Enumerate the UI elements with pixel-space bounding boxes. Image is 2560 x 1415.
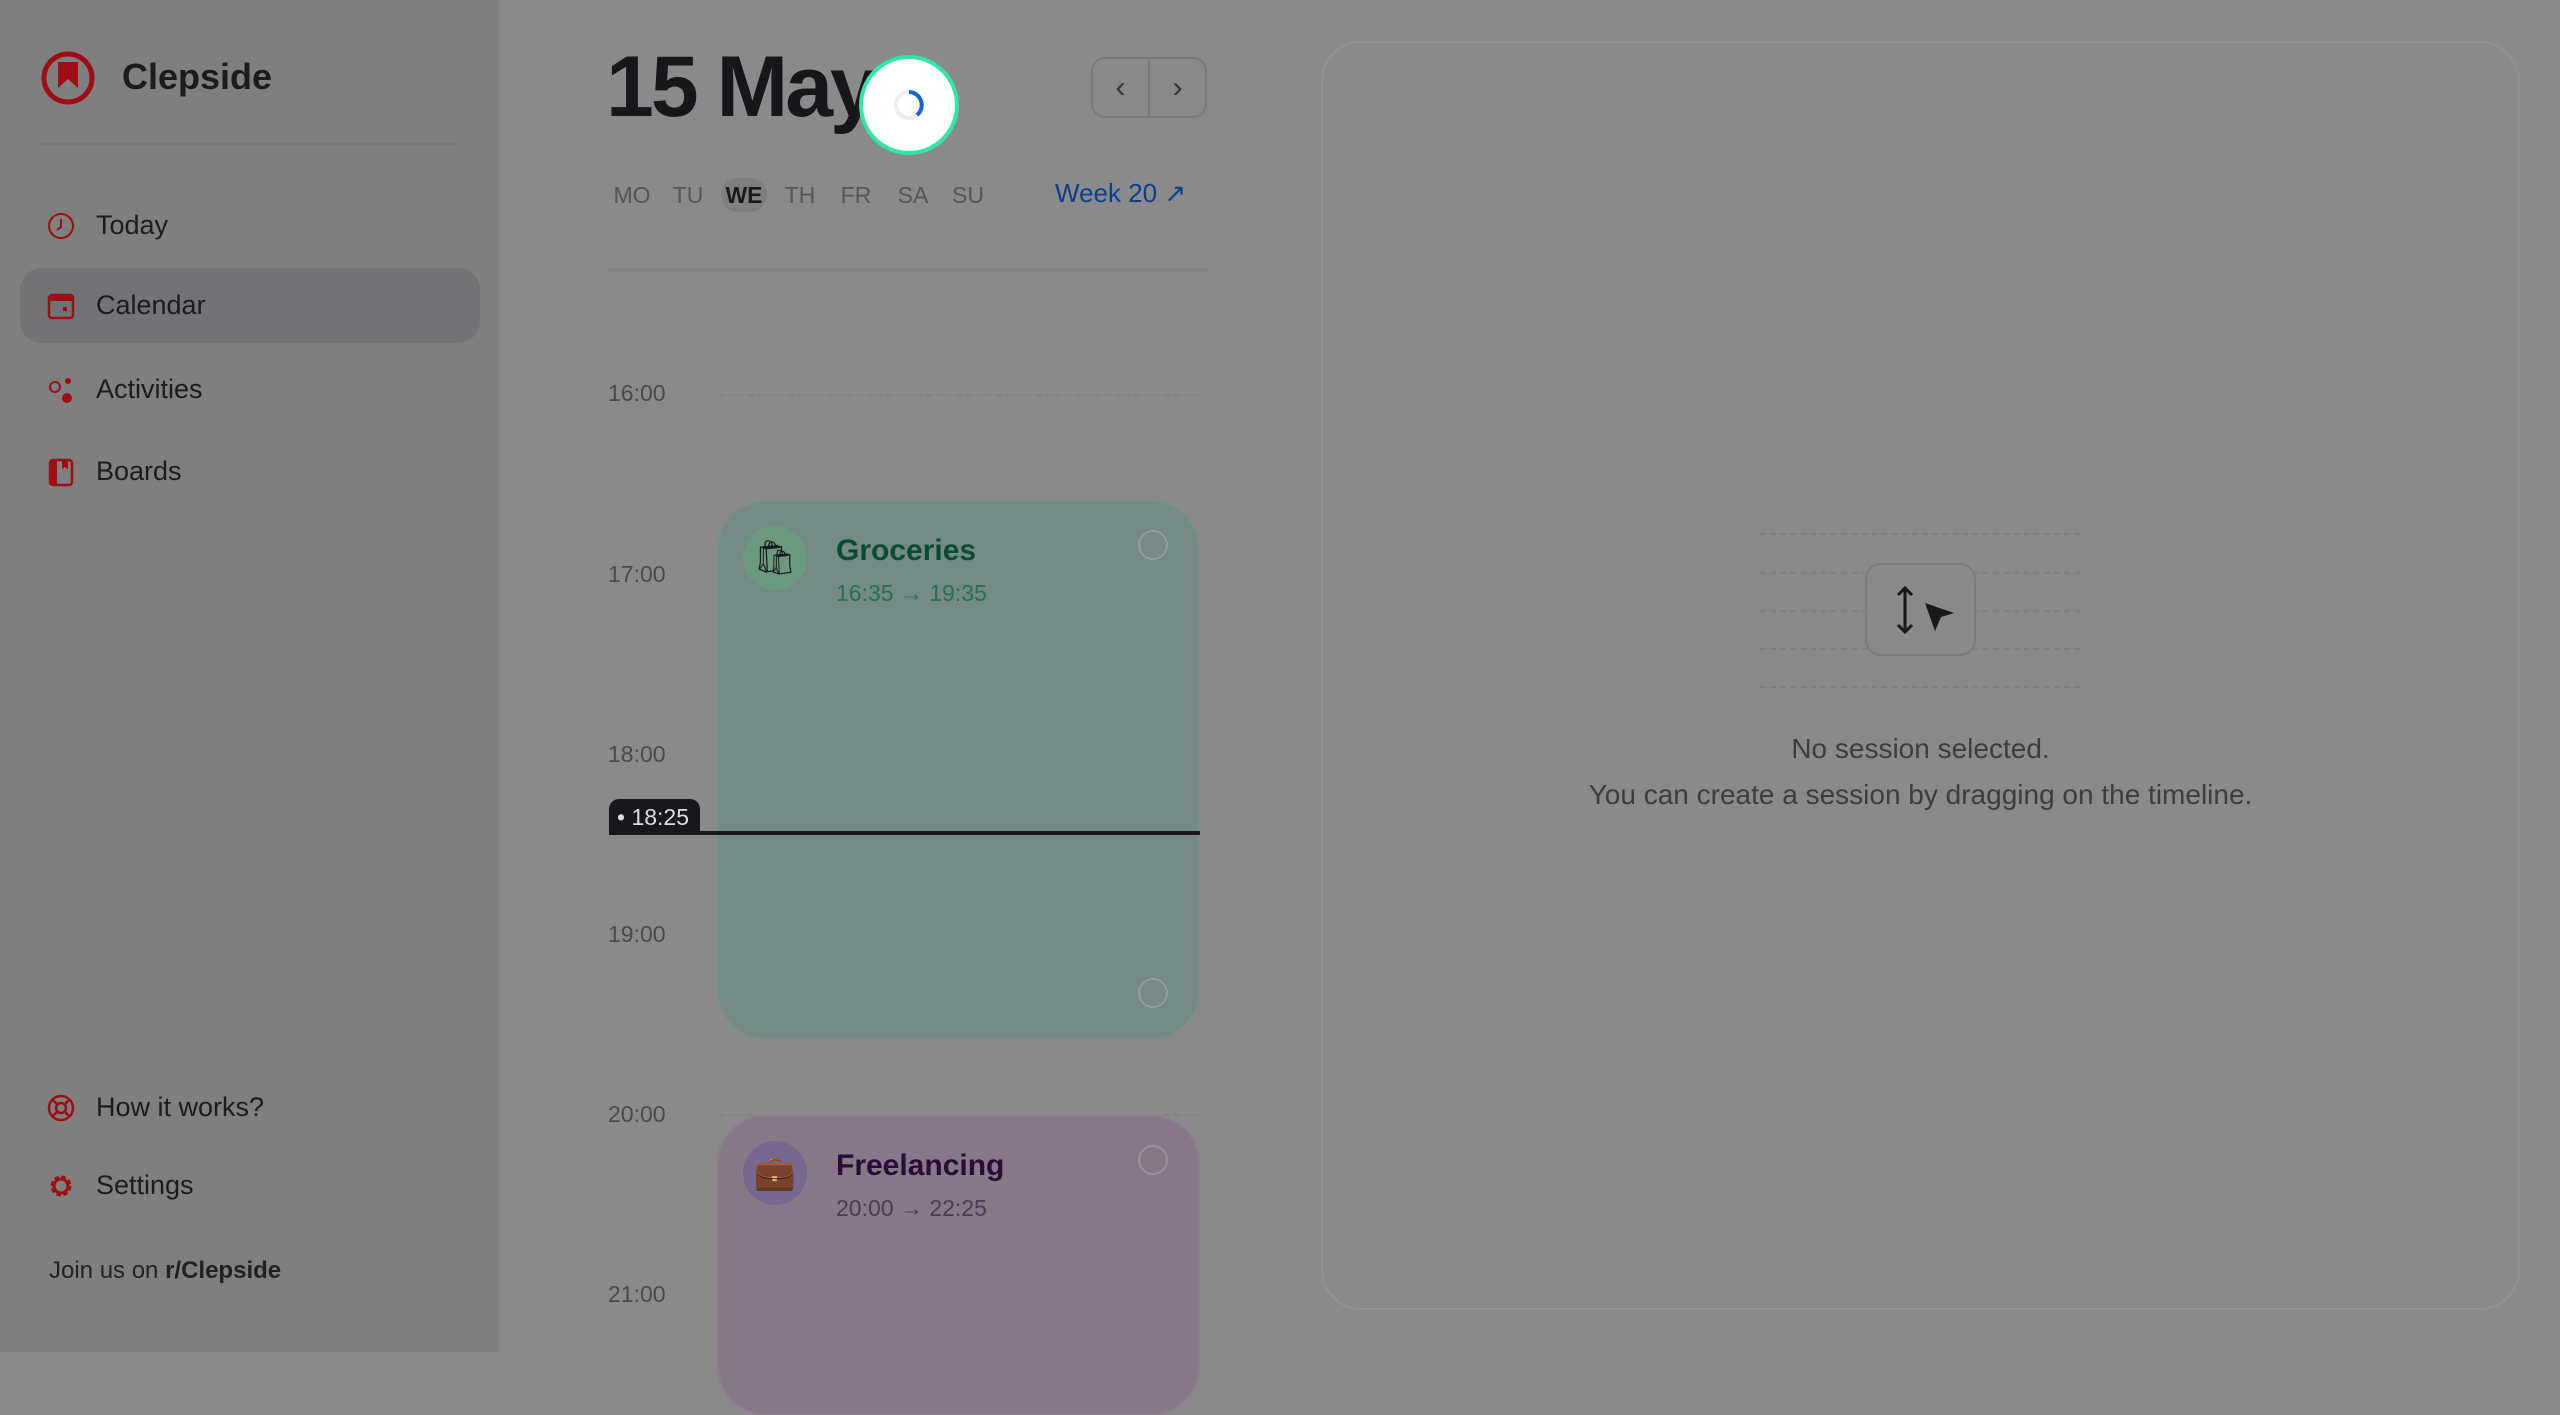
hour-label: 17:00 — [608, 561, 666, 587]
loading-spinner — [859, 55, 959, 155]
join-prefix: Join us on — [49, 1257, 166, 1284]
weekday-th[interactable]: TH — [777, 178, 823, 212]
drag-hint-box — [1865, 563, 1976, 656]
hour-label: 18:00 — [608, 741, 666, 767]
sidebar-item-settings[interactable]: Settings — [20, 1148, 480, 1223]
resize-handle-top[interactable] — [1138, 530, 1168, 560]
hour-label: 19:00 — [608, 921, 666, 947]
sidebar-item-label: Boards — [96, 456, 182, 486]
session-card-groceries[interactable]: 🛍 Groceries 16:35 → 19:35 — [717, 500, 1200, 1040]
current-time: 18:25 — [631, 804, 690, 830]
session-time: 16:35 → 19:35 — [836, 580, 987, 606]
hour-label: 21:00 — [608, 1281, 666, 1307]
session-name: Groceries — [836, 534, 977, 567]
resize-handle-top[interactable] — [1138, 1145, 1168, 1175]
sidebar-item-activities[interactable]: Activities — [20, 352, 480, 427]
weekday-su[interactable]: SU — [945, 178, 991, 212]
current-time-line — [700, 831, 1200, 835]
drag-cursor-icon — [1896, 585, 1954, 635]
hour-gridline — [718, 394, 1200, 396]
page-title: 15 May — [606, 39, 878, 135]
join-community-link[interactable]: Join us on r/Clepside — [49, 1257, 281, 1285]
clock-icon — [48, 212, 74, 239]
weekday-fr[interactable]: FR — [833, 178, 879, 212]
sidebar-item-label: Today — [96, 210, 169, 240]
decorative-dash — [1760, 686, 2080, 688]
decorative-dash — [1760, 533, 2080, 535]
clepside-logo-icon — [41, 51, 95, 105]
briefcase-icon: 💼 — [743, 1141, 807, 1205]
lifebuoy-icon — [47, 1094, 75, 1121]
empty-state-hint: You can create a session by dragging on … — [1588, 779, 2253, 810]
reddit-link[interactable]: r/Clepside — [165, 1257, 281, 1284]
sidebar-item-label: Settings — [96, 1170, 194, 1200]
weekday-sa[interactable]: SA — [890, 178, 936, 212]
header-divider — [608, 268, 1207, 272]
brand-name: Clepside — [122, 56, 273, 97]
hour-label: 20:00 — [608, 1101, 666, 1127]
board-icon — [48, 458, 74, 486]
divider — [40, 143, 460, 145]
activities-icon — [49, 377, 72, 403]
grocery-bag-icon: 🛍 — [743, 526, 807, 590]
empty-state-title: No session selected. — [1791, 733, 2050, 764]
date-nav: ‹ › — [1091, 57, 1207, 118]
sidebar-item-label: Calendar — [96, 290, 206, 320]
calendar-icon — [47, 293, 75, 319]
resize-handle-bottom[interactable] — [1138, 978, 1168, 1008]
session-detail-panel — [1321, 41, 2520, 1310]
sidebar-item-label: How it works? — [96, 1092, 265, 1122]
spinner-icon — [894, 90, 924, 120]
gear-icon — [50, 1175, 72, 1196]
hour-label: 16:00 — [608, 380, 666, 406]
session-name: Freelancing — [836, 1149, 1005, 1182]
weekday-mo[interactable]: MO — [609, 178, 655, 212]
weekday-we[interactable]: WE — [721, 178, 767, 212]
sidebar-item-boards[interactable]: Boards — [20, 434, 480, 509]
current-time-badge: • 18:25 — [609, 799, 700, 835]
sidebar-item-calendar[interactable]: Calendar — [20, 268, 480, 343]
sidebar-item-today[interactable]: Today — [20, 188, 480, 263]
sidebar-item-how-it-works[interactable]: How it works? — [20, 1070, 480, 1145]
session-card-freelancing[interactable]: 💼 Freelancing 20:00 → 22:25 — [717, 1115, 1200, 1415]
sidebar: Clepside Today Calendar Activities Board… — [0, 0, 500, 1352]
sidebar-item-label: Activities — [96, 374, 203, 404]
prev-day-button[interactable]: ‹ — [1093, 59, 1150, 116]
next-day-button[interactable]: › — [1150, 59, 1205, 116]
session-time: 20:00 → 22:25 — [836, 1195, 987, 1221]
weekday-tu[interactable]: TU — [665, 178, 711, 212]
week-link[interactable]: Week 20 ↗ — [1055, 178, 1186, 209]
